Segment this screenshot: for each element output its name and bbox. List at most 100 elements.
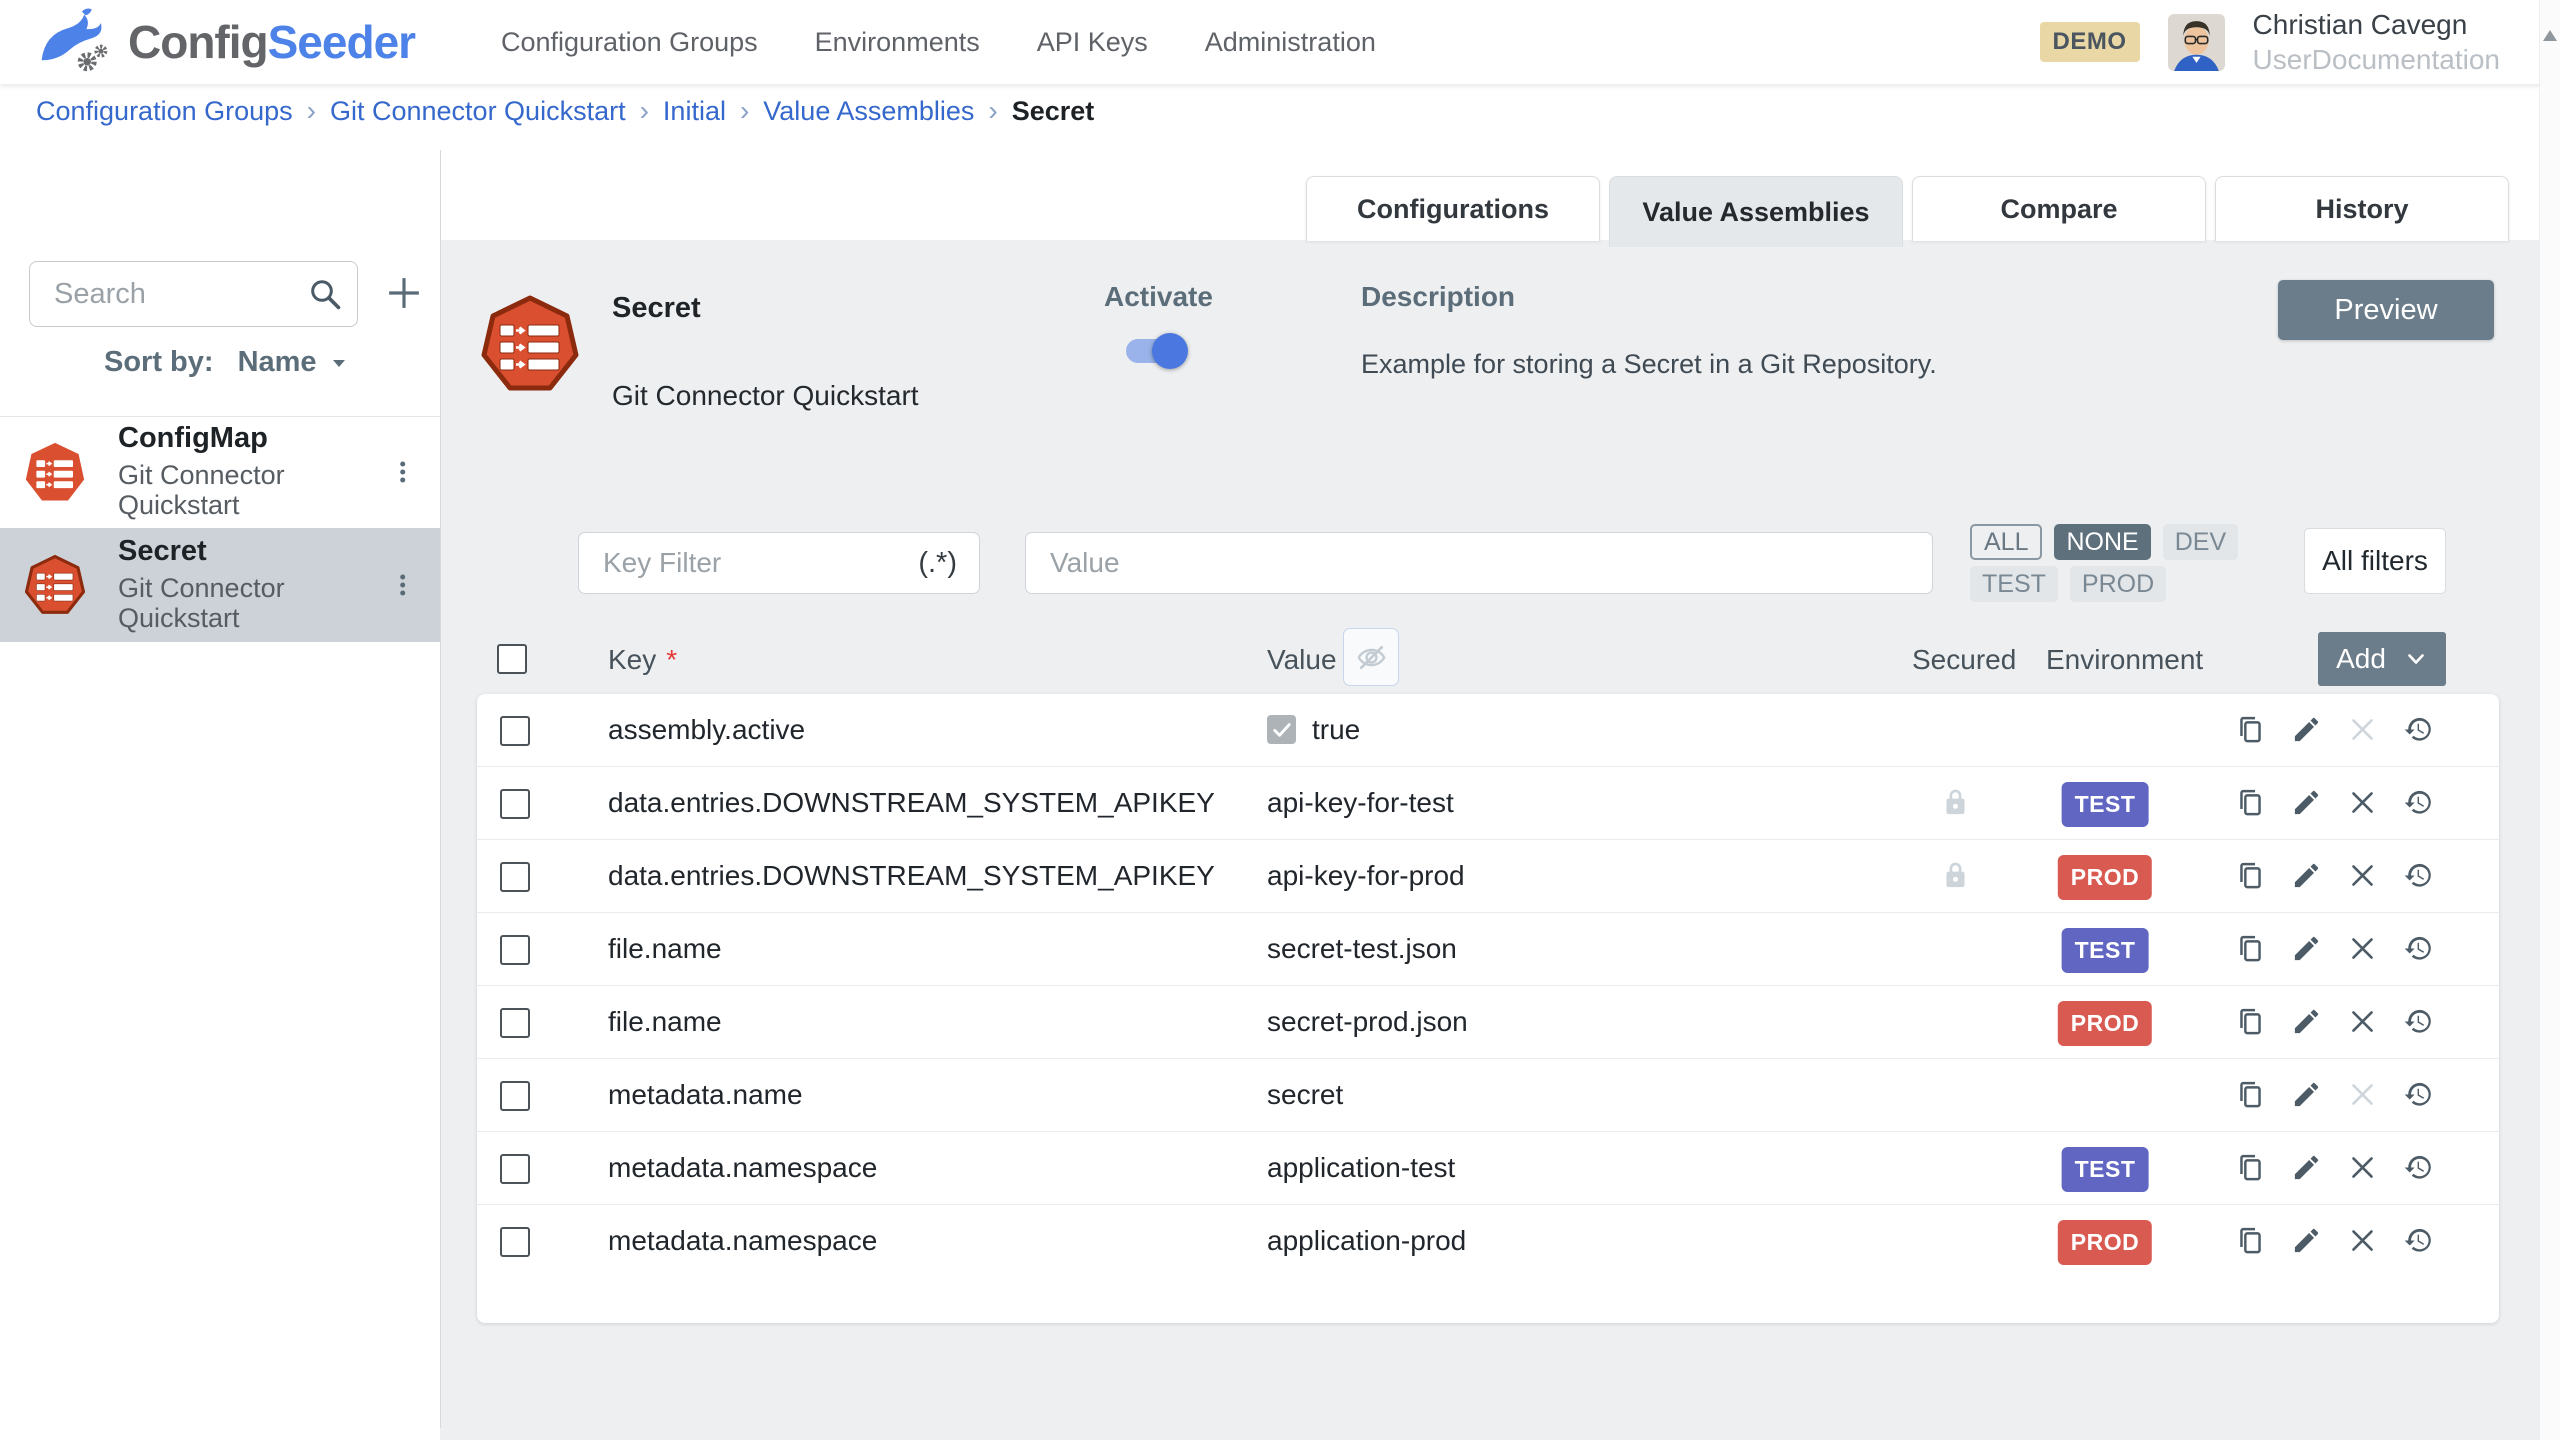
edit-icon[interactable] bbox=[2291, 787, 2322, 818]
chip-test[interactable]: TEST bbox=[1970, 566, 2058, 602]
chip-prod[interactable]: PROD bbox=[2070, 566, 2166, 602]
sort-by-select[interactable]: Name bbox=[238, 346, 351, 379]
history-icon[interactable] bbox=[2403, 860, 2434, 891]
row-checkbox[interactable] bbox=[500, 1227, 530, 1257]
row-checkbox[interactable] bbox=[500, 1081, 530, 1111]
history-icon[interactable] bbox=[2403, 933, 2434, 964]
delete-icon[interactable] bbox=[2347, 933, 2378, 964]
breadcrumb-link-configuration-groups[interactable]: Configuration Groups bbox=[36, 96, 293, 127]
nav-item-environments[interactable]: Environments bbox=[815, 27, 980, 58]
nav-item-api-keys[interactable]: API Keys bbox=[1037, 27, 1148, 58]
chip-all[interactable]: ALL bbox=[1970, 524, 2042, 560]
copy-icon[interactable] bbox=[2235, 933, 2266, 964]
nav-item-administration[interactable]: Administration bbox=[1205, 27, 1376, 58]
row-value: secret bbox=[1267, 1079, 1343, 1111]
history-icon[interactable] bbox=[2403, 1152, 2434, 1183]
all-filters-button[interactable]: All filters bbox=[2304, 528, 2446, 594]
sidebar-search-box bbox=[29, 261, 358, 327]
row-key: metadata.name bbox=[608, 1079, 803, 1111]
sort-by-label: Sort by: bbox=[104, 346, 214, 379]
history-icon[interactable] bbox=[2403, 1225, 2434, 1256]
delete-icon[interactable] bbox=[2347, 1225, 2378, 1256]
tab-compare[interactable]: Compare bbox=[1912, 176, 2206, 241]
toggle-value-visibility-button[interactable] bbox=[1343, 628, 1399, 686]
item-menu-icon[interactable] bbox=[389, 455, 416, 489]
row-checkbox[interactable] bbox=[500, 935, 530, 965]
row-checkbox[interactable] bbox=[500, 1154, 530, 1184]
item-menu-icon[interactable] bbox=[389, 568, 416, 602]
check-icon bbox=[1270, 718, 1293, 741]
row-value: secret-test.json bbox=[1267, 933, 1457, 965]
copy-icon[interactable] bbox=[2235, 787, 2266, 818]
edit-icon[interactable] bbox=[2291, 1152, 2322, 1183]
nav-item-configuration-groups[interactable]: Configuration Groups bbox=[501, 27, 758, 58]
tab-history[interactable]: History bbox=[2215, 176, 2509, 241]
preview-button[interactable]: Preview bbox=[2278, 280, 2494, 340]
row-checkbox[interactable] bbox=[500, 789, 530, 819]
configseeder-logo[interactable]: ConfigSeeder bbox=[30, 4, 415, 80]
user-avatar[interactable] bbox=[2168, 14, 2225, 71]
chip-dev[interactable]: DEV bbox=[2163, 524, 2238, 560]
edit-icon[interactable] bbox=[2291, 1006, 2322, 1037]
history-icon[interactable] bbox=[2403, 1006, 2434, 1037]
breadcrumb-link-git-connector-quickstart[interactable]: Git Connector Quickstart bbox=[330, 96, 626, 127]
table-row: metadata.namespace application-test TEST bbox=[477, 1132, 2499, 1205]
copy-icon[interactable] bbox=[2235, 1006, 2266, 1037]
breadcrumb-separator-icon: › bbox=[740, 95, 749, 127]
row-value: application-prod bbox=[1267, 1225, 1466, 1257]
description-label: Description bbox=[1361, 281, 1515, 313]
copy-icon[interactable] bbox=[2235, 714, 2266, 745]
row-checkbox[interactable] bbox=[500, 1008, 530, 1038]
boolean-value-checkbox[interactable] bbox=[1267, 715, 1296, 744]
copy-icon[interactable] bbox=[2235, 860, 2266, 891]
copy-icon[interactable] bbox=[2235, 1152, 2266, 1183]
detail-tabs: Configurations Value Assemblies Compare … bbox=[1306, 176, 2509, 247]
delete-icon[interactable] bbox=[2347, 1006, 2378, 1037]
history-icon[interactable] bbox=[2403, 787, 2434, 818]
chip-none[interactable]: NONE bbox=[2054, 524, 2150, 560]
user-menu[interactable]: Christian Cavegn UserDocumentation bbox=[2253, 7, 2500, 77]
vertical-scrollbar[interactable] bbox=[2539, 0, 2560, 1440]
copy-icon[interactable] bbox=[2235, 1079, 2266, 1110]
delete-icon[interactable] bbox=[2347, 860, 2378, 891]
copy-icon[interactable] bbox=[2235, 1225, 2266, 1256]
breadcrumb-separator-icon: › bbox=[640, 95, 649, 127]
delete-icon bbox=[2347, 714, 2378, 745]
value-filter-input[interactable] bbox=[1025, 532, 1933, 594]
add-button[interactable]: Add bbox=[2318, 632, 2446, 686]
main-nav: Configuration Groups Environments API Ke… bbox=[501, 0, 1376, 84]
delete-icon[interactable] bbox=[2347, 787, 2378, 818]
delete-icon[interactable] bbox=[2347, 1152, 2378, 1183]
table-row: file.name secret-test.json TEST bbox=[477, 913, 2499, 986]
sidebar-item-secret[interactable]: Secret Git Connector Quickstart bbox=[0, 528, 440, 642]
environment-badge: PROD bbox=[2058, 1220, 2152, 1265]
edit-icon[interactable] bbox=[2291, 1079, 2322, 1110]
search-icon[interactable] bbox=[307, 276, 343, 312]
history-icon[interactable] bbox=[2403, 1079, 2434, 1110]
tab-value-assemblies[interactable]: Value Assemblies bbox=[1609, 176, 1903, 247]
tab-configurations[interactable]: Configurations bbox=[1306, 176, 1600, 241]
edit-icon[interactable] bbox=[2291, 714, 2322, 745]
row-key: file.name bbox=[608, 933, 722, 965]
scrollbar-up-arrow[interactable] bbox=[2543, 30, 2557, 41]
sidebar-item-configmap[interactable]: ConfigMap Git Connector Quickstart bbox=[0, 416, 440, 528]
breadcrumb-link-initial[interactable]: Initial bbox=[663, 96, 726, 127]
edit-icon[interactable] bbox=[2291, 860, 2322, 891]
breadcrumb-link-value-assemblies[interactable]: Value Assemblies bbox=[763, 96, 974, 127]
lock-icon bbox=[1940, 860, 1971, 891]
select-all-checkbox[interactable] bbox=[497, 644, 527, 674]
history-icon[interactable] bbox=[2403, 714, 2434, 745]
column-value: Value bbox=[1267, 644, 1337, 676]
row-value: api-key-for-prod bbox=[1267, 860, 1465, 892]
environment-badge: TEST bbox=[2062, 782, 2149, 827]
activate-toggle[interactable] bbox=[1126, 339, 1184, 363]
row-checkbox[interactable] bbox=[500, 862, 530, 892]
environment-badge: PROD bbox=[2058, 1001, 2152, 1046]
row-checkbox[interactable] bbox=[500, 716, 530, 746]
row-key: file.name bbox=[608, 1006, 722, 1038]
edit-icon[interactable] bbox=[2291, 1225, 2322, 1256]
add-value-assembly-button[interactable] bbox=[383, 272, 425, 314]
row-key: data.entries.DOWNSTREAM_SYSTEM_APIKEY bbox=[608, 860, 1215, 892]
row-key: data.entries.DOWNSTREAM_SYSTEM_APIKEY bbox=[608, 787, 1215, 819]
edit-icon[interactable] bbox=[2291, 933, 2322, 964]
